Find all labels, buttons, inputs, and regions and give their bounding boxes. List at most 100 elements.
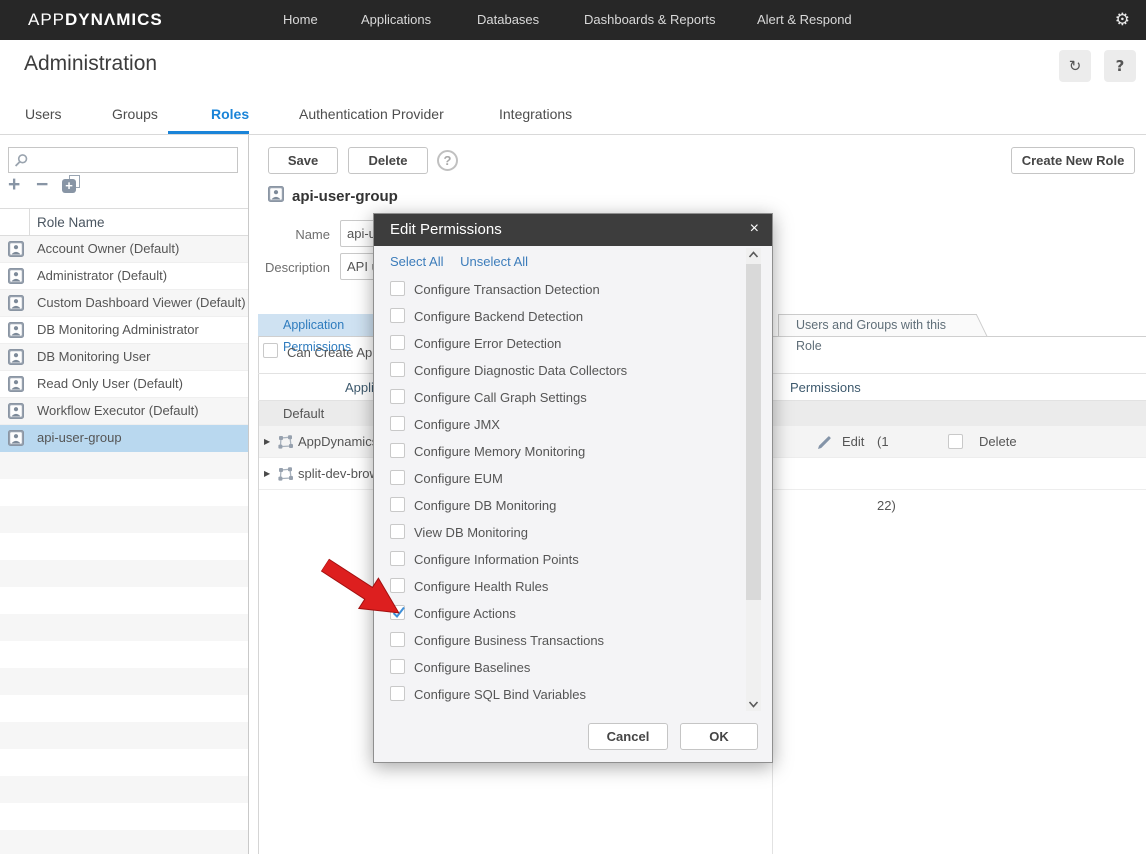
permission-item-configure-transaction-detection[interactable]: Configure Transaction Detection: [374, 277, 744, 304]
role-row-custom-dashboard-viewer-default-[interactable]: Custom Dashboard Viewer (Default): [0, 290, 248, 317]
scrollbar[interactable]: [746, 248, 761, 711]
top-nav-bar: APPDYNΛMICS HomeApplicationsDatabasesDas…: [0, 0, 1146, 40]
permission-checkbox[interactable]: [390, 632, 405, 647]
expand-arrow-icon[interactable]: ▶: [264, 469, 270, 478]
save-button[interactable]: Save: [268, 147, 338, 174]
name-label: Name: [220, 227, 330, 242]
empty-role-row: [0, 533, 248, 560]
page-title: Administration: [24, 52, 157, 76]
gear-icon[interactable]: ⚙: [1115, 0, 1130, 40]
permission-checkbox[interactable]: [390, 335, 405, 350]
tab-integrations[interactable]: Integrations: [499, 95, 572, 133]
empty-role-row: [0, 506, 248, 533]
nav-item-applications[interactable]: Applications: [361, 0, 431, 40]
role-name-label: api-user-group: [37, 425, 122, 451]
nav-item-home[interactable]: Home: [283, 0, 318, 40]
can-create-applications-checkbox[interactable]: [263, 343, 278, 358]
application-node-icon: [277, 434, 294, 450]
help-button[interactable]: ?: [1104, 50, 1136, 82]
permission-checkbox[interactable]: [390, 551, 405, 566]
permission-item-configure-db-monitoring[interactable]: Configure DB Monitoring: [374, 493, 744, 520]
permission-item-configure-actions[interactable]: Configure Actions: [374, 601, 744, 628]
permission-item-configure-information-points[interactable]: Configure Information Points: [374, 547, 744, 574]
role-row-read-only-user-default-[interactable]: Read Only User (Default): [0, 371, 248, 398]
permission-checkbox[interactable]: [390, 659, 405, 674]
copy-role-button[interactable]: +: [62, 175, 82, 194]
permission-item-view-db-monitoring[interactable]: View DB Monitoring: [374, 520, 744, 547]
roles-sidebar: + − + Role Name Account Owner (Default)A…: [0, 135, 249, 854]
nav-item-dashboards-reports[interactable]: Dashboards & Reports: [584, 0, 716, 40]
role-row-api-user-group[interactable]: api-user-group: [0, 425, 248, 452]
dialog-header: Edit Permissions ×: [374, 214, 772, 246]
tab-groups[interactable]: Groups: [112, 95, 158, 133]
permission-item-configure-error-detection[interactable]: Configure Error Detection: [374, 331, 744, 358]
create-new-role-button[interactable]: Create New Role: [1011, 147, 1135, 174]
tab-authentication-provider[interactable]: Authentication Provider: [299, 95, 444, 133]
permission-item-configure-sql-bind-variables[interactable]: Configure SQL Bind Variables: [374, 682, 744, 709]
role-search-box: [8, 147, 238, 173]
application-node-icon: [277, 466, 294, 482]
permission-checkbox[interactable]: [390, 470, 405, 485]
expand-arrow-icon[interactable]: ▶: [264, 437, 270, 446]
permission-item-configure-business-transactions[interactable]: Configure Business Transactions: [374, 628, 744, 655]
scroll-down-icon[interactable]: [746, 697, 761, 711]
empty-role-row: [0, 641, 248, 668]
empty-role-row: [0, 560, 248, 587]
role-row-db-monitoring-user[interactable]: DB Monitoring User: [0, 344, 248, 371]
cancel-button[interactable]: Cancel: [588, 723, 668, 750]
role-row-workflow-executor-default-[interactable]: Workflow Executor (Default): [0, 398, 248, 425]
scrollbar-thumb[interactable]: [746, 264, 761, 600]
person-badge-icon: [8, 403, 24, 419]
tab-users[interactable]: Users: [25, 95, 62, 133]
role-name-label: Account Owner (Default): [37, 236, 179, 262]
permission-label: Configure Baselines: [414, 655, 530, 681]
permission-checkbox[interactable]: [390, 416, 405, 431]
refresh-button[interactable]: ↻: [1059, 50, 1091, 82]
permission-item-configure-jmx[interactable]: Configure JMX: [374, 412, 744, 439]
permission-checkbox[interactable]: [390, 686, 405, 701]
tab-roles[interactable]: Roles: [211, 95, 249, 133]
permission-item-configure-diagnostic-data-collectors[interactable]: Configure Diagnostic Data Collectors: [374, 358, 744, 385]
nav-item-databases[interactable]: Databases: [477, 0, 539, 40]
permission-item-configure-health-rules[interactable]: Configure Health Rules: [374, 574, 744, 601]
ok-button[interactable]: OK: [680, 723, 758, 750]
permission-checkbox[interactable]: [390, 578, 405, 593]
role-row-db-monitoring-administrator[interactable]: DB Monitoring Administrator: [0, 317, 248, 344]
permission-item-configure-memory-monitoring[interactable]: Configure Memory Monitoring: [374, 439, 744, 466]
permission-checkbox[interactable]: [390, 308, 405, 323]
permission-checkbox[interactable]: [390, 362, 405, 377]
permission-label: Configure Call Graph Settings: [414, 385, 587, 411]
delete-permission-checkbox[interactable]: [948, 434, 963, 449]
permission-checkbox[interactable]: [390, 389, 405, 404]
permission-checkbox[interactable]: [390, 605, 405, 620]
default-group-label: Default: [283, 401, 324, 426]
delete-button[interactable]: Delete: [348, 147, 428, 174]
permission-checkbox[interactable]: [390, 281, 405, 296]
permission-label: Configure Backend Detection: [414, 304, 583, 330]
close-icon[interactable]: ×: [750, 214, 759, 244]
permission-item-configure-eum[interactable]: Configure EUM: [374, 466, 744, 493]
permission-label: View DB Monitoring: [414, 520, 528, 546]
permission-checkbox[interactable]: [390, 443, 405, 458]
administration-page: APPDYNΛMICS HomeApplicationsDatabasesDas…: [0, 0, 1146, 854]
scroll-up-icon[interactable]: [746, 248, 761, 262]
copy-plus-icon: +: [62, 179, 76, 193]
permission-label: Configure EUM: [414, 466, 503, 492]
select-all-link[interactable]: Select All: [390, 254, 443, 269]
edit-permissions-link[interactable]: Edit: [842, 426, 864, 458]
role-row-account-owner-default-[interactable]: Account Owner (Default): [0, 236, 248, 263]
permission-item-configure-backend-detection[interactable]: Configure Backend Detection: [374, 304, 744, 331]
add-role-button[interactable]: +: [8, 175, 20, 195]
nav-item-alert-respond[interactable]: Alert & Respond: [757, 0, 852, 40]
remove-role-button[interactable]: −: [36, 175, 48, 195]
permission-checkbox[interactable]: [390, 497, 405, 512]
permission-item-configure-baselines[interactable]: Configure Baselines: [374, 655, 744, 682]
role-help-icon[interactable]: ?: [437, 150, 458, 171]
empty-role-row: [0, 722, 248, 749]
permission-item-configure-call-graph-settings[interactable]: Configure Call Graph Settings: [374, 385, 744, 412]
permission-checkbox[interactable]: [390, 524, 405, 539]
tab-users-groups-with-role[interactable]: Users and Groups with this Role: [778, 314, 974, 336]
role-search-input[interactable]: [33, 149, 233, 171]
role-row-administrator-default-[interactable]: Administrator (Default): [0, 263, 248, 290]
unselect-all-link[interactable]: Unselect All: [460, 254, 528, 269]
